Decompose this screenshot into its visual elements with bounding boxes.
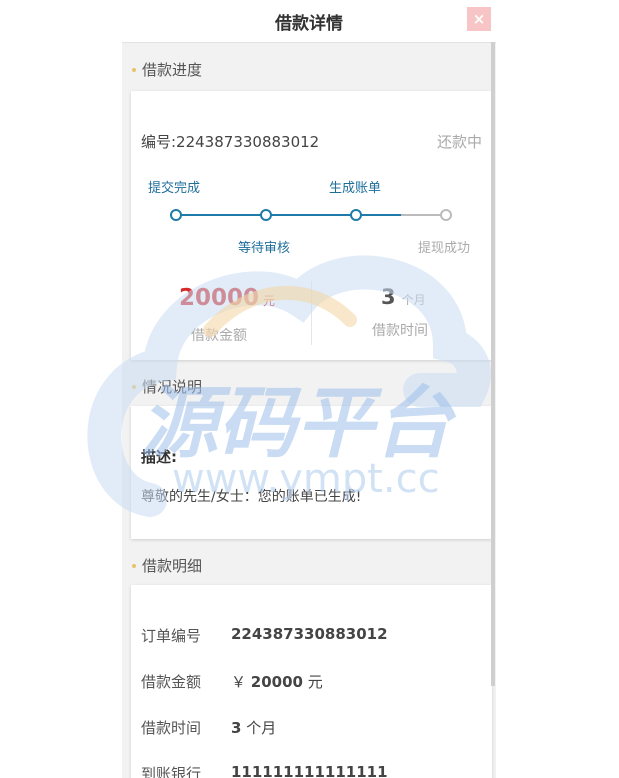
term-label: 借款时间 xyxy=(372,323,428,339)
description-title: 描述: xyxy=(141,448,177,466)
detail-section-title: 借款明细 xyxy=(132,555,202,576)
status-badge: 还款中 xyxy=(436,133,482,151)
detail-row-label: 到账银行 xyxy=(141,765,202,778)
bullet-dot-icon xyxy=(132,67,136,72)
step-label-reviewing: 等待审核 xyxy=(238,241,291,256)
detail-row-label: 借款金额 xyxy=(141,673,202,691)
step-label-billed: 生成账单 xyxy=(329,181,382,196)
stat-divider xyxy=(311,281,312,345)
amount-detail-value: ￥ 20000 元 xyxy=(231,673,323,691)
step-node-billed xyxy=(350,209,362,221)
bullet-dot-icon xyxy=(132,563,136,568)
detail-section-label: 借款明细 xyxy=(142,557,203,575)
progress-card: 编号:224387330883012 还款中 提交完成 等待审核 生成账单 提现… xyxy=(131,91,492,360)
progress-track xyxy=(175,214,445,216)
detail-row-label: 订单编号 xyxy=(141,627,202,645)
amount-label: 借款金额 xyxy=(191,328,247,344)
close-icon: × xyxy=(472,10,486,28)
progress-section-label: 借款进度 xyxy=(142,61,203,79)
step-label-submitted: 提交完成 xyxy=(148,181,201,196)
page-title: 借款详情 xyxy=(275,13,343,34)
situation-section-title: 情况说明 xyxy=(132,376,202,397)
term-value: 3 xyxy=(381,285,396,309)
situation-card: 描述: 尊敬的先生/女士：您的账单已生成! xyxy=(131,406,492,539)
order-number: 编号:224387330883012 xyxy=(141,133,320,151)
step-node-reviewing xyxy=(260,209,272,221)
term-detail-value: 3 个月 xyxy=(231,719,277,737)
amount-value-group: 20000 元 xyxy=(179,285,275,311)
amount-unit: 元 xyxy=(263,294,276,308)
progress-track-pending xyxy=(401,214,445,216)
step-node-submitted xyxy=(170,209,182,221)
term-value-group: 3 个月 xyxy=(381,285,426,309)
description-text: 尊敬的先生/女士：您的账单已生成! xyxy=(141,489,362,505)
step-node-withdrawn xyxy=(440,209,452,221)
phone-screen: 借款详情 × 借款进度 编号:224387330883012 还款中 提交完成 … xyxy=(122,0,496,778)
scrollbar[interactable] xyxy=(491,42,495,686)
detail-card: 订单编号 224387330883012 借款金额 ￥ 20000 元 借款时间… xyxy=(131,585,492,778)
page-header: 借款详情 × xyxy=(122,0,496,43)
amount-value: 20000 xyxy=(179,285,260,311)
term-unit: 个月 xyxy=(401,293,426,307)
bullet-dot-icon xyxy=(132,384,136,389)
progress-section-title: 借款进度 xyxy=(132,59,202,80)
progress-track-done xyxy=(175,214,401,216)
step-label-withdrawn: 提现成功 xyxy=(418,241,471,256)
detail-row-label: 借款时间 xyxy=(141,719,202,737)
bank-account-value: 111111111111111 xyxy=(231,763,388,778)
order-number-value: 224387330883012 xyxy=(231,625,388,643)
close-button[interactable]: × xyxy=(467,7,491,31)
situation-section-label: 情况说明 xyxy=(142,378,203,396)
